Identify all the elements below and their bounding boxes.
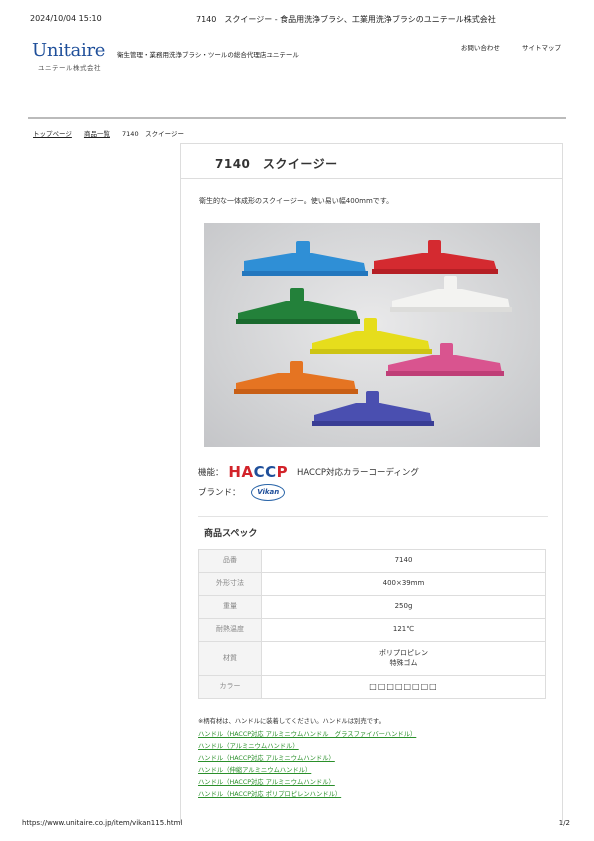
spec-heading: 商品スペック [204,529,258,539]
material-2: 特殊ゴム [389,658,418,667]
spec-key: 耐熱温度 [198,618,262,642]
table-row: 耐熱温度 121℃ [198,618,546,642]
squeegee-red [372,240,498,274]
squeegee-orange [234,361,358,394]
squeegee-green [236,288,360,324]
function-label: 機能： [198,468,224,478]
handle-link[interactable]: ハンドル（HACCP対応 アルミニウムハンドル グラスファイバーハンドル） [198,729,416,741]
table-row: 品番 7140 [198,549,546,573]
breadcrumb-home[interactable]: トップページ [33,130,72,138]
product-photo [204,223,540,447]
logo-wordmark: Unitaire [32,40,106,61]
spec-value: 250g [261,595,546,619]
brand-row: ブランド： Vikan [198,484,286,501]
contact-link[interactable]: お問い合わせ [461,44,500,52]
function-row: 機能： HACCP HACCP対応カラーコーディング [198,463,419,481]
spec-value: 400×39mm [261,572,546,596]
table-row: カラー □□□□□□□□ [198,675,546,699]
breadcrumb: トップページ 商品一覧 7140 スクイージー [33,128,184,138]
squeegee-purple [312,391,434,426]
spec-key: 外形寸法 [198,572,262,596]
handle-link[interactable]: ハンドル（伸縮アルミニウムハンドル） [198,765,416,777]
spec-key: カラー [198,675,262,699]
squeegee-white [390,276,512,312]
top-links: お問い合わせ サイトマップ [441,42,561,52]
table-row: 材質 ポリプロピレン 特殊ゴム [198,641,546,676]
spec-key: 材質 [198,641,262,676]
spec-table: 品番 7140 外形寸法 400×39mm 重量 250g 耐熱温度 121℃ 材質 ポリ… [198,549,546,699]
spec-value: 121℃ [261,618,546,642]
print-title: 7140 スクイージー - 食品用洗浄ブラシ、工業用洗浄ブラシのユニテール株式会… [196,15,496,24]
haccp-text: HACCP対応カラーコーディング [296,468,419,478]
breadcrumb-products[interactable]: 商品一覧 [84,130,110,138]
print-date: 2024/10/04 15:10 [30,14,102,23]
product-panel: 7140 スクイージー 衛生的な一体成形のスクイージー。使い易い幅400mmです… [180,143,563,823]
color-swatches: □□□□□□□□ [261,675,546,699]
haccp-logo: HACCP [228,463,289,481]
squeegee-image [234,240,512,426]
squeegee-blue [242,241,368,276]
breadcrumb-current: 7140 スクイージー [122,130,184,138]
material-1: ポリプロピレン [379,649,428,658]
vikan-logo: Vikan [251,484,286,501]
brand-label: ブランド： [198,488,241,498]
spec-value: 7140 [261,549,546,573]
handle-link[interactable]: ハンドル（HACCP対応 ポリプロピレンハンドル） [198,789,416,801]
handle-links: ハンドル（HACCP対応 アルミニウムハンドル グラスファイバーハンドル） ハン… [198,729,416,802]
product-description: 衛生的な一体成形のスクイージー。使い易い幅400mmです。 [199,197,394,205]
print-url: https://www.unitaire.co.jp/item/vikan115… [22,819,183,827]
site-tagline: 衛生管理・業務用洗浄ブラシ・ツールの総合代理店ユニテール [117,51,299,59]
spec-key: 品番 [198,549,262,573]
site-logo[interactable]: Unitaire ユニテール株式会社 [32,40,105,72]
handle-note: ※柄有材は、ハンドルに装着してください。ハンドルは別売です。 [198,718,385,725]
handle-link[interactable]: ハンドル（HACCP対応 アルミニウムハンドル） [198,777,416,789]
sitemap-link[interactable]: サイトマップ [522,44,561,52]
table-row: 重量 250g [198,595,546,619]
table-row: 外形寸法 400×39mm [198,572,546,596]
logo-company-name: ユニテール株式会社 [38,64,101,72]
handle-link[interactable]: ハンドル（HACCP対応 アルミニウムハンドル） [198,753,416,765]
spec-key: 重量 [198,595,262,619]
spec-divider [198,516,548,517]
print-page-number: 1/2 [558,819,570,827]
header-divider [28,117,566,119]
product-title: 7140 スクイージー [215,157,338,171]
spec-value: ポリプロピレン 特殊ゴム [261,641,546,676]
handle-link[interactable]: ハンドル（アルミニウムハンドル） [198,741,416,753]
